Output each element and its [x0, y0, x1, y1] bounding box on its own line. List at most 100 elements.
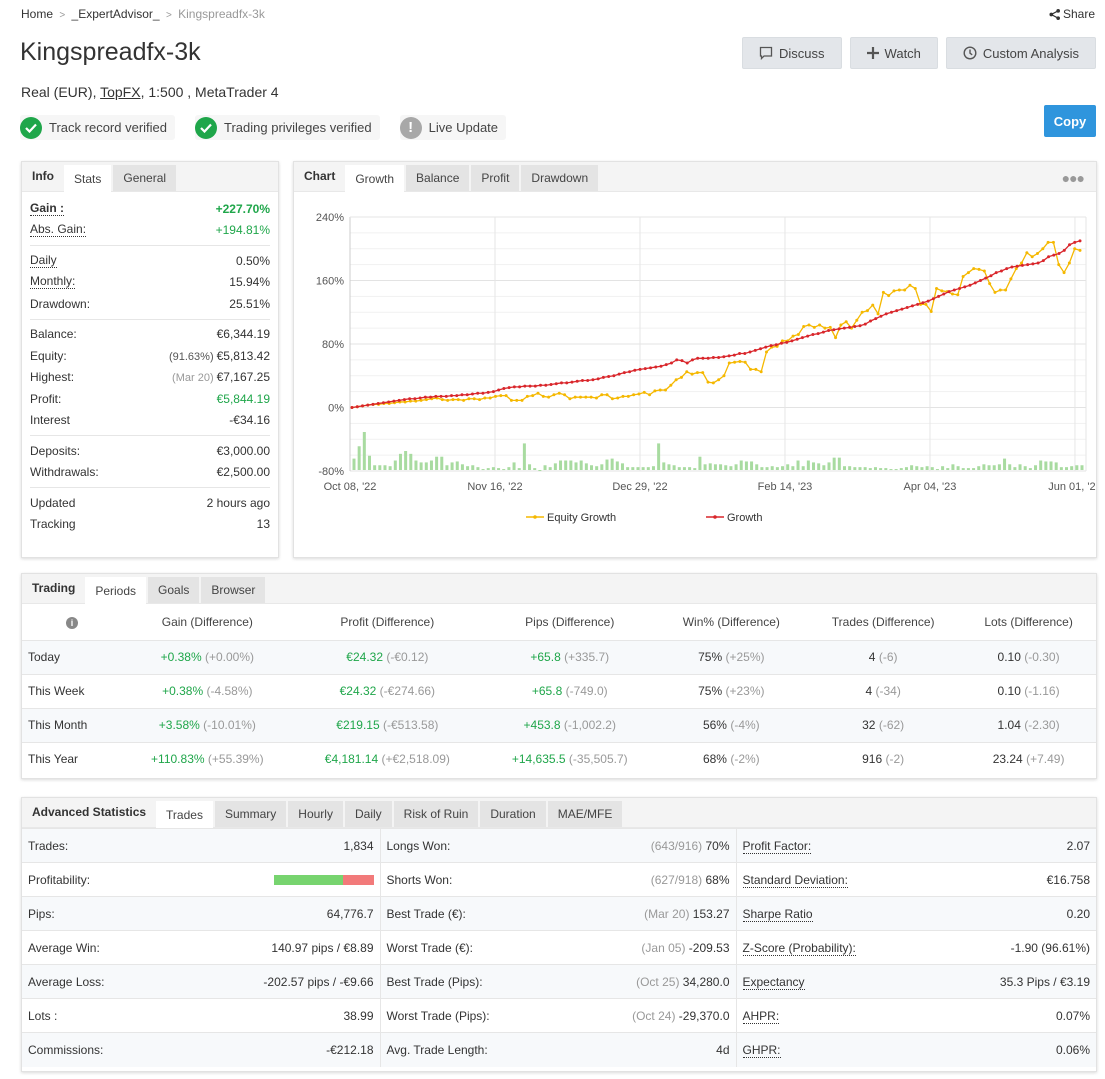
- stat-label[interactable]: AHPR:: [742, 1008, 780, 1024]
- data-point: [937, 294, 941, 298]
- advanced-stat-row: Pips: 64,776.7 Best Trade (€): (Mar 20) 153…: [22, 896, 1096, 931]
- volume-bar: [533, 468, 537, 470]
- stat-label[interactable]: Profit Factor:: [742, 838, 812, 854]
- stat-label[interactable]: Expectancy: [742, 974, 805, 990]
- tab-hourly[interactable]: Hourly: [288, 801, 343, 827]
- tab-trades[interactable]: Trades: [156, 801, 213, 828]
- stat-label[interactable]: Z-Score (Probability):: [742, 940, 856, 956]
- data-point: [658, 388, 662, 392]
- legend-equity-growth[interactable]: Equity Growth: [526, 512, 616, 524]
- volume-bar: [1059, 467, 1063, 470]
- discuss-button[interactable]: Discuss: [742, 37, 842, 69]
- tab-periods[interactable]: Periods: [85, 577, 147, 604]
- data-point: [706, 380, 710, 384]
- stat-updated: Updated 2 hours ago: [22, 492, 278, 514]
- tab-advanced-statistics[interactable]: Advanced Statistics: [22, 797, 156, 827]
- data-point: [1073, 247, 1077, 251]
- stat-value: 0.07%: [1055, 1008, 1090, 1023]
- volume-bar: [450, 462, 454, 470]
- tab-risk-of-ruin[interactable]: Risk of Ruin: [393, 801, 479, 827]
- custom-analysis-button[interactable]: Custom Analysis: [945, 37, 1096, 69]
- broker-link[interactable]: TopFX: [100, 84, 140, 100]
- stat-daily: Daily 0.50%: [22, 250, 278, 272]
- breadcrumb-parent[interactable]: _ExpertAdvisor_: [72, 7, 160, 21]
- tab-goals[interactable]: Goals: [148, 577, 200, 603]
- stat-label[interactable]: Sharpe Ratio: [742, 906, 813, 922]
- divider: [30, 318, 270, 320]
- tab-browser[interactable]: Browser: [201, 577, 266, 603]
- volume-bar: [956, 466, 960, 470]
- data-point: [612, 374, 616, 378]
- volume-bar: [775, 467, 779, 470]
- data-point: [733, 360, 737, 364]
- stat-note: (Oct 24): [632, 1008, 676, 1023]
- tab-trading[interactable]: Trading: [22, 573, 85, 603]
- tab-info[interactable]: Info: [22, 161, 64, 191]
- stat-deposits: Deposits: €3,000.00: [22, 440, 278, 462]
- badge-trading-privileges: Trading privileges verified: [195, 115, 380, 140]
- stat-interest: Interest -€34.16: [22, 410, 278, 432]
- watch-button[interactable]: Watch: [849, 37, 938, 69]
- data-point: [759, 347, 763, 351]
- volume-bar: [455, 461, 459, 470]
- tab-profit[interactable]: Profit: [471, 165, 520, 191]
- tab-balance[interactable]: Balance: [406, 165, 470, 191]
- tab-stats[interactable]: Stats: [64, 165, 112, 192]
- stat-label[interactable]: Gain :: [30, 201, 65, 216]
- stat-label[interactable]: Daily: [30, 253, 57, 268]
- stat-label: Tracking: [30, 517, 76, 532]
- stat-label: Interest: [30, 413, 71, 428]
- tab-mae-mfe[interactable]: MAE/MFE: [547, 801, 623, 827]
- tab-drawdown[interactable]: Drawdown: [521, 165, 599, 191]
- volume-bar: [502, 469, 506, 471]
- advanced-stat-row: Average Loss: -202.57 pips / -€9.66 Best T…: [22, 964, 1096, 999]
- stat-value: €6,344.19: [216, 327, 270, 342]
- profit-difference: (-€274.66): [379, 684, 436, 698]
- lots-value: 23.24: [992, 752, 1023, 767]
- data-point: [984, 276, 988, 280]
- trades-difference: (-62): [878, 718, 905, 732]
- share-button[interactable]: Share: [1049, 7, 1095, 21]
- tab-chart[interactable]: Chart: [294, 161, 345, 191]
- stat-label[interactable]: GHPR:: [742, 1042, 781, 1058]
- data-point: [940, 289, 944, 293]
- data-point: [455, 394, 459, 398]
- tab-growth[interactable]: Growth: [345, 165, 405, 192]
- data-point: [963, 285, 967, 289]
- data-point: [988, 282, 992, 286]
- tab-general[interactable]: General: [113, 165, 177, 191]
- volume-bar: [409, 453, 413, 470]
- info-icon[interactable]: i: [66, 616, 78, 629]
- tab-daily[interactable]: Daily: [344, 801, 392, 827]
- volume-bar: [688, 467, 692, 470]
- volume-bar: [393, 460, 397, 470]
- copy-button[interactable]: Copy: [1044, 105, 1096, 137]
- volume-bar: [429, 460, 433, 470]
- stat-label[interactable]: Abs. Gain:: [30, 223, 87, 238]
- volume-bar: [388, 466, 392, 470]
- data-point: [807, 323, 811, 327]
- volume-bar: [987, 465, 991, 470]
- tab-summary[interactable]: Summary: [214, 801, 287, 827]
- data-point: [1057, 252, 1061, 256]
- legend-growth[interactable]: Growth: [706, 512, 762, 524]
- data-point: [1078, 248, 1082, 252]
- data-point: [738, 359, 742, 363]
- data-point: [626, 394, 630, 398]
- more-dots-icon[interactable]: ●●●: [1062, 170, 1085, 186]
- data-point: [628, 370, 632, 374]
- stat-label[interactable]: Standard Deviation:: [742, 872, 848, 888]
- stat-label[interactable]: Monthly:: [30, 275, 76, 290]
- volume-bar: [559, 460, 563, 470]
- pips-value: +65.8: [531, 684, 563, 698]
- stat-value: 35.3 Pips / €3.19: [999, 974, 1090, 989]
- breadcrumb-home[interactable]: Home: [21, 7, 53, 21]
- data-point: [738, 352, 742, 356]
- volume-bar: [367, 455, 371, 470]
- badge-live-update: ! Live Update: [399, 115, 507, 140]
- lots-difference: (-2.30): [1024, 718, 1060, 732]
- tab-duration[interactable]: Duration: [480, 801, 546, 827]
- stat-highest: Highest: (Mar 20) €7,167.25: [22, 367, 278, 389]
- data-point: [601, 375, 605, 379]
- volume-bar: [512, 462, 516, 470]
